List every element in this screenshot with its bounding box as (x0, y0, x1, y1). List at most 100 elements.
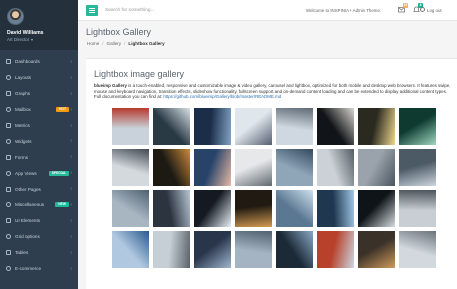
mail-count-badge: 16 (403, 3, 408, 8)
gallery-thumbnail[interactable] (276, 231, 313, 268)
chevron-left-icon: ‹ (70, 106, 72, 113)
gallery-thumbnail[interactable] (317, 190, 354, 227)
sidebar-item-label: Metrics (15, 123, 30, 128)
gallery-thumbnail[interactable] (276, 108, 313, 145)
search-input[interactable]: Search for something... (105, 6, 215, 15)
gallery-thumbnail[interactable] (399, 231, 436, 268)
gallery-thumbnail[interactable] (276, 149, 313, 186)
gallery-thumbnail[interactable] (276, 190, 313, 227)
app-views-icon (6, 170, 11, 176)
sidebar-item-label: Tables (15, 250, 29, 256)
gallery-thumbnail[interactable] (112, 149, 149, 186)
profile-role-dropdown[interactable]: Art Director▼ (7, 37, 34, 42)
gallery-thumbnail[interactable] (153, 190, 190, 227)
gallery-thumbnail[interactable] (194, 108, 231, 145)
ecommerce-icon (6, 266, 11, 272)
gallery-thumbnail[interactable] (235, 231, 272, 268)
gallery-thumbnail[interactable] (358, 108, 395, 145)
tables-icon (6, 250, 11, 256)
sidebar-item-mailbox[interactable]: Mailbox HOT ‹ (0, 102, 78, 118)
logout-link[interactable]: Log out (427, 8, 442, 13)
sidebar-item-dashboards[interactable]: Dashboards ‹ (0, 54, 78, 70)
gallery-thumbnail[interactable] (112, 108, 149, 145)
metrics-icon (6, 123, 11, 128)
breadcrumb: Home / Gallery / Lightbox Gallery (87, 41, 165, 46)
sidebar-badge: NEW (55, 202, 69, 208)
top-navbar: Search for something... Welcome to INSPI… (78, 0, 457, 21)
gallery-thumbnail[interactable] (317, 231, 354, 268)
layouts-icon (6, 75, 11, 81)
sidebar-item-metrics[interactable]: Metrics ‹ (0, 118, 78, 134)
gallery-thumbnail[interactable] (235, 190, 272, 227)
sidebar-item-layouts[interactable]: Layouts ‹ (0, 70, 78, 86)
widgets-icon (6, 138, 11, 144)
grid-options-icon (6, 234, 11, 240)
caret-down-icon: ▼ (30, 38, 34, 42)
sidebar-item-forms[interactable]: Forms ‹ (0, 149, 78, 165)
chevron-left-icon: ‹ (70, 122, 72, 129)
chevron-left-icon: ‹ (70, 265, 72, 272)
gallery-thumbnail[interactable] (399, 190, 436, 227)
sidebar-item-ui-elements[interactable]: UI Elements ‹ (0, 213, 78, 229)
gallery-thumbnail[interactable] (358, 190, 395, 227)
menu-toggle-button[interactable] (86, 5, 98, 16)
breadcrumb-separator: / (124, 41, 126, 46)
sidebar-badge: HOT (56, 107, 69, 113)
chevron-left-icon: ‹ (70, 217, 72, 224)
chevron-left-icon: ‹ (70, 90, 72, 97)
sidebar-item-miscellaneous[interactable]: Miscellaneous NEW ‹ (0, 197, 78, 213)
gallery-thumbnail[interactable] (194, 190, 231, 227)
logout-icon[interactable] (420, 7, 425, 12)
gallery-thumbnail[interactable] (317, 108, 354, 145)
sidebar-item-graphs[interactable]: Graphs ‹ (0, 86, 78, 102)
gallery-thumbnail[interactable] (112, 231, 149, 268)
sidebar-item-label: Graphs (15, 91, 31, 97)
sidebar-item-tables[interactable]: Tables ‹ (0, 245, 78, 261)
sidebar-item-e-commerce[interactable]: E-commerce ‹ (0, 261, 78, 277)
sidebar-item-label: E-commerce (15, 266, 42, 272)
chevron-left-icon: ‹ (70, 170, 72, 177)
profile-role: Art Director (7, 37, 30, 42)
card-title: Lightbox image gallery (94, 69, 185, 79)
gallery-thumbnail[interactable] (235, 108, 272, 145)
gallery-thumbnail[interactable] (399, 108, 436, 145)
profile-name: David Williams (7, 30, 44, 36)
breadcrumb-separator: / (102, 41, 104, 46)
chevron-left-icon: ‹ (70, 233, 72, 240)
gallery-thumbnail[interactable] (194, 231, 231, 268)
welcome-message: Welcome to INSPINIA+ Admin Theme. (306, 8, 382, 13)
sidebar-item-grid-options[interactable]: Grid options ‹ (0, 229, 78, 245)
breadcrumb-gallery[interactable]: Gallery (107, 41, 122, 46)
gallery-thumbnail[interactable] (194, 149, 231, 186)
breadcrumb-home[interactable]: Home (87, 41, 99, 46)
sidebar-item-other-pages[interactable]: Other Pages ‹ (0, 181, 78, 197)
gallery-thumbnail[interactable] (153, 108, 190, 145)
dashboard-icon (6, 59, 11, 65)
bell-icon[interactable]: 8 (413, 3, 423, 13)
sidebar-item-app-views[interactable]: App Views SPECIAL ‹ (0, 165, 78, 181)
chevron-left-icon: ‹ (70, 74, 72, 81)
ui-elements-icon (6, 218, 11, 224)
gallery-thumbnail[interactable] (358, 149, 395, 186)
gallery-thumbnail[interactable] (153, 231, 190, 268)
avatar[interactable] (7, 8, 24, 25)
gallery-thumbnail[interactable] (317, 149, 354, 186)
gallery-thumbnail[interactable] (112, 190, 149, 227)
chevron-left-icon: ‹ (70, 138, 72, 145)
sidebar-item-widgets[interactable]: Widgets ‹ (0, 133, 78, 149)
sidebar-item-label: Grid options (15, 234, 40, 240)
gallery-thumbnail[interactable] (358, 231, 395, 268)
sidebar-item-label: Mailbox (15, 107, 31, 113)
docs-link[interactable]: https://github.com/blueimp/Gallery/blob/… (163, 94, 281, 99)
envelope-icon[interactable]: 16 (398, 3, 408, 13)
page-title: Lightbox Gallery (86, 27, 152, 37)
sidebar-item-label: Widgets (15, 138, 32, 144)
forms-icon (6, 154, 11, 160)
chevron-left-icon: ‹ (70, 201, 72, 208)
sidebar-item-label: Other Pages (15, 186, 41, 192)
gallery-thumbnail[interactable] (235, 149, 272, 186)
hamburger-icon (89, 8, 95, 9)
gallery-thumbnail[interactable] (399, 149, 436, 186)
gallery-card: Lightbox image gallery blueimp Gallery i… (86, 58, 457, 289)
gallery-thumbnail[interactable] (153, 149, 190, 186)
